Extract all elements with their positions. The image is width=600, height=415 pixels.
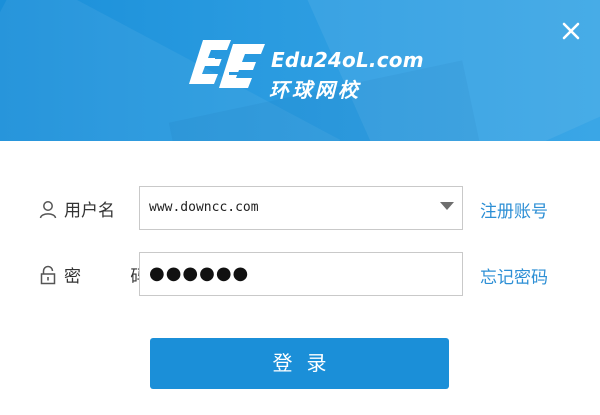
username-input[interactable]: www.downcc.com bbox=[149, 187, 259, 229]
forgot-password-link[interactable]: 忘记密码 bbox=[480, 263, 548, 288]
username-combobox[interactable]: www.downcc.com bbox=[139, 186, 463, 230]
user-icon bbox=[39, 200, 57, 218]
username-label: 用户名 bbox=[38, 196, 115, 221]
edu24ol-logo-icon bbox=[189, 40, 265, 88]
login-header: Edu24oL.com 环球网校 bbox=[0, 0, 600, 141]
lock-icon bbox=[40, 265, 56, 284]
password-input[interactable]: ●●●●●● bbox=[149, 253, 249, 295]
login-button[interactable]: 登录 bbox=[150, 338, 449, 389]
brand-name-en: Edu24oL.com bbox=[271, 48, 424, 72]
brand-logo: Edu24oL.com 环球网校 bbox=[189, 36, 424, 106]
register-link[interactable]: 注册账号 bbox=[480, 197, 548, 222]
password-field[interactable]: ●●●●●● bbox=[139, 252, 463, 296]
close-button[interactable] bbox=[556, 16, 586, 46]
username-label-text: 用户名 bbox=[64, 201, 115, 221]
dropdown-arrow-icon[interactable] bbox=[440, 202, 454, 210]
brand-name-cn: 环球网校 bbox=[269, 78, 361, 102]
close-icon bbox=[562, 22, 580, 40]
